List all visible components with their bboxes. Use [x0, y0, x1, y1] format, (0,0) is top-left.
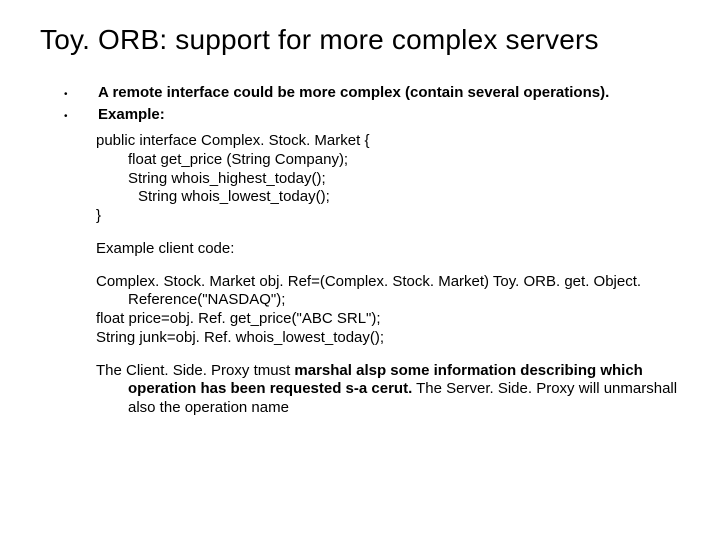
bullet-item: • A remote interface could be more compl… [62, 84, 680, 104]
bullet-dot-icon: • [62, 86, 98, 104]
code-line: public interface Complex. Stock. Market … [96, 132, 680, 151]
bullet-dot-icon: • [62, 108, 98, 126]
bullet-text: Example: [98, 106, 165, 123]
code-line: float price=obj. Ref. get_price("ABC SRL… [96, 310, 680, 329]
client-code: Complex. Stock. Market obj. Ref=(Complex… [96, 273, 680, 348]
code-line: Complex. Stock. Market obj. Ref=(Complex… [96, 273, 680, 311]
explanation-paragraph: The Client. Side. Proxy tmust marshal al… [96, 362, 680, 418]
interface-code: public interface Complex. Stock. Market … [96, 132, 680, 226]
code-line: float get_price (String Company); [128, 151, 680, 170]
code-line: String whois_lowest_today(); [138, 188, 680, 207]
slide: Toy. ORB: support for more complex serve… [0, 0, 720, 540]
bullet-item: • Example: [62, 106, 680, 126]
bullet-list: • A remote interface could be more compl… [62, 84, 680, 126]
code-line: } [96, 207, 680, 226]
code-line: String whois_highest_today(); [128, 170, 680, 189]
client-code-label: Example client code: [96, 240, 680, 259]
text-run: The Client. Side. Proxy tmust [96, 362, 294, 379]
code-line: String junk=obj. Ref. whois_lowest_today… [96, 329, 680, 348]
body-content: public interface Complex. Stock. Market … [96, 132, 680, 418]
slide-title: Toy. ORB: support for more complex serve… [40, 24, 680, 56]
bullet-text: A remote interface could be more complex… [98, 84, 609, 101]
